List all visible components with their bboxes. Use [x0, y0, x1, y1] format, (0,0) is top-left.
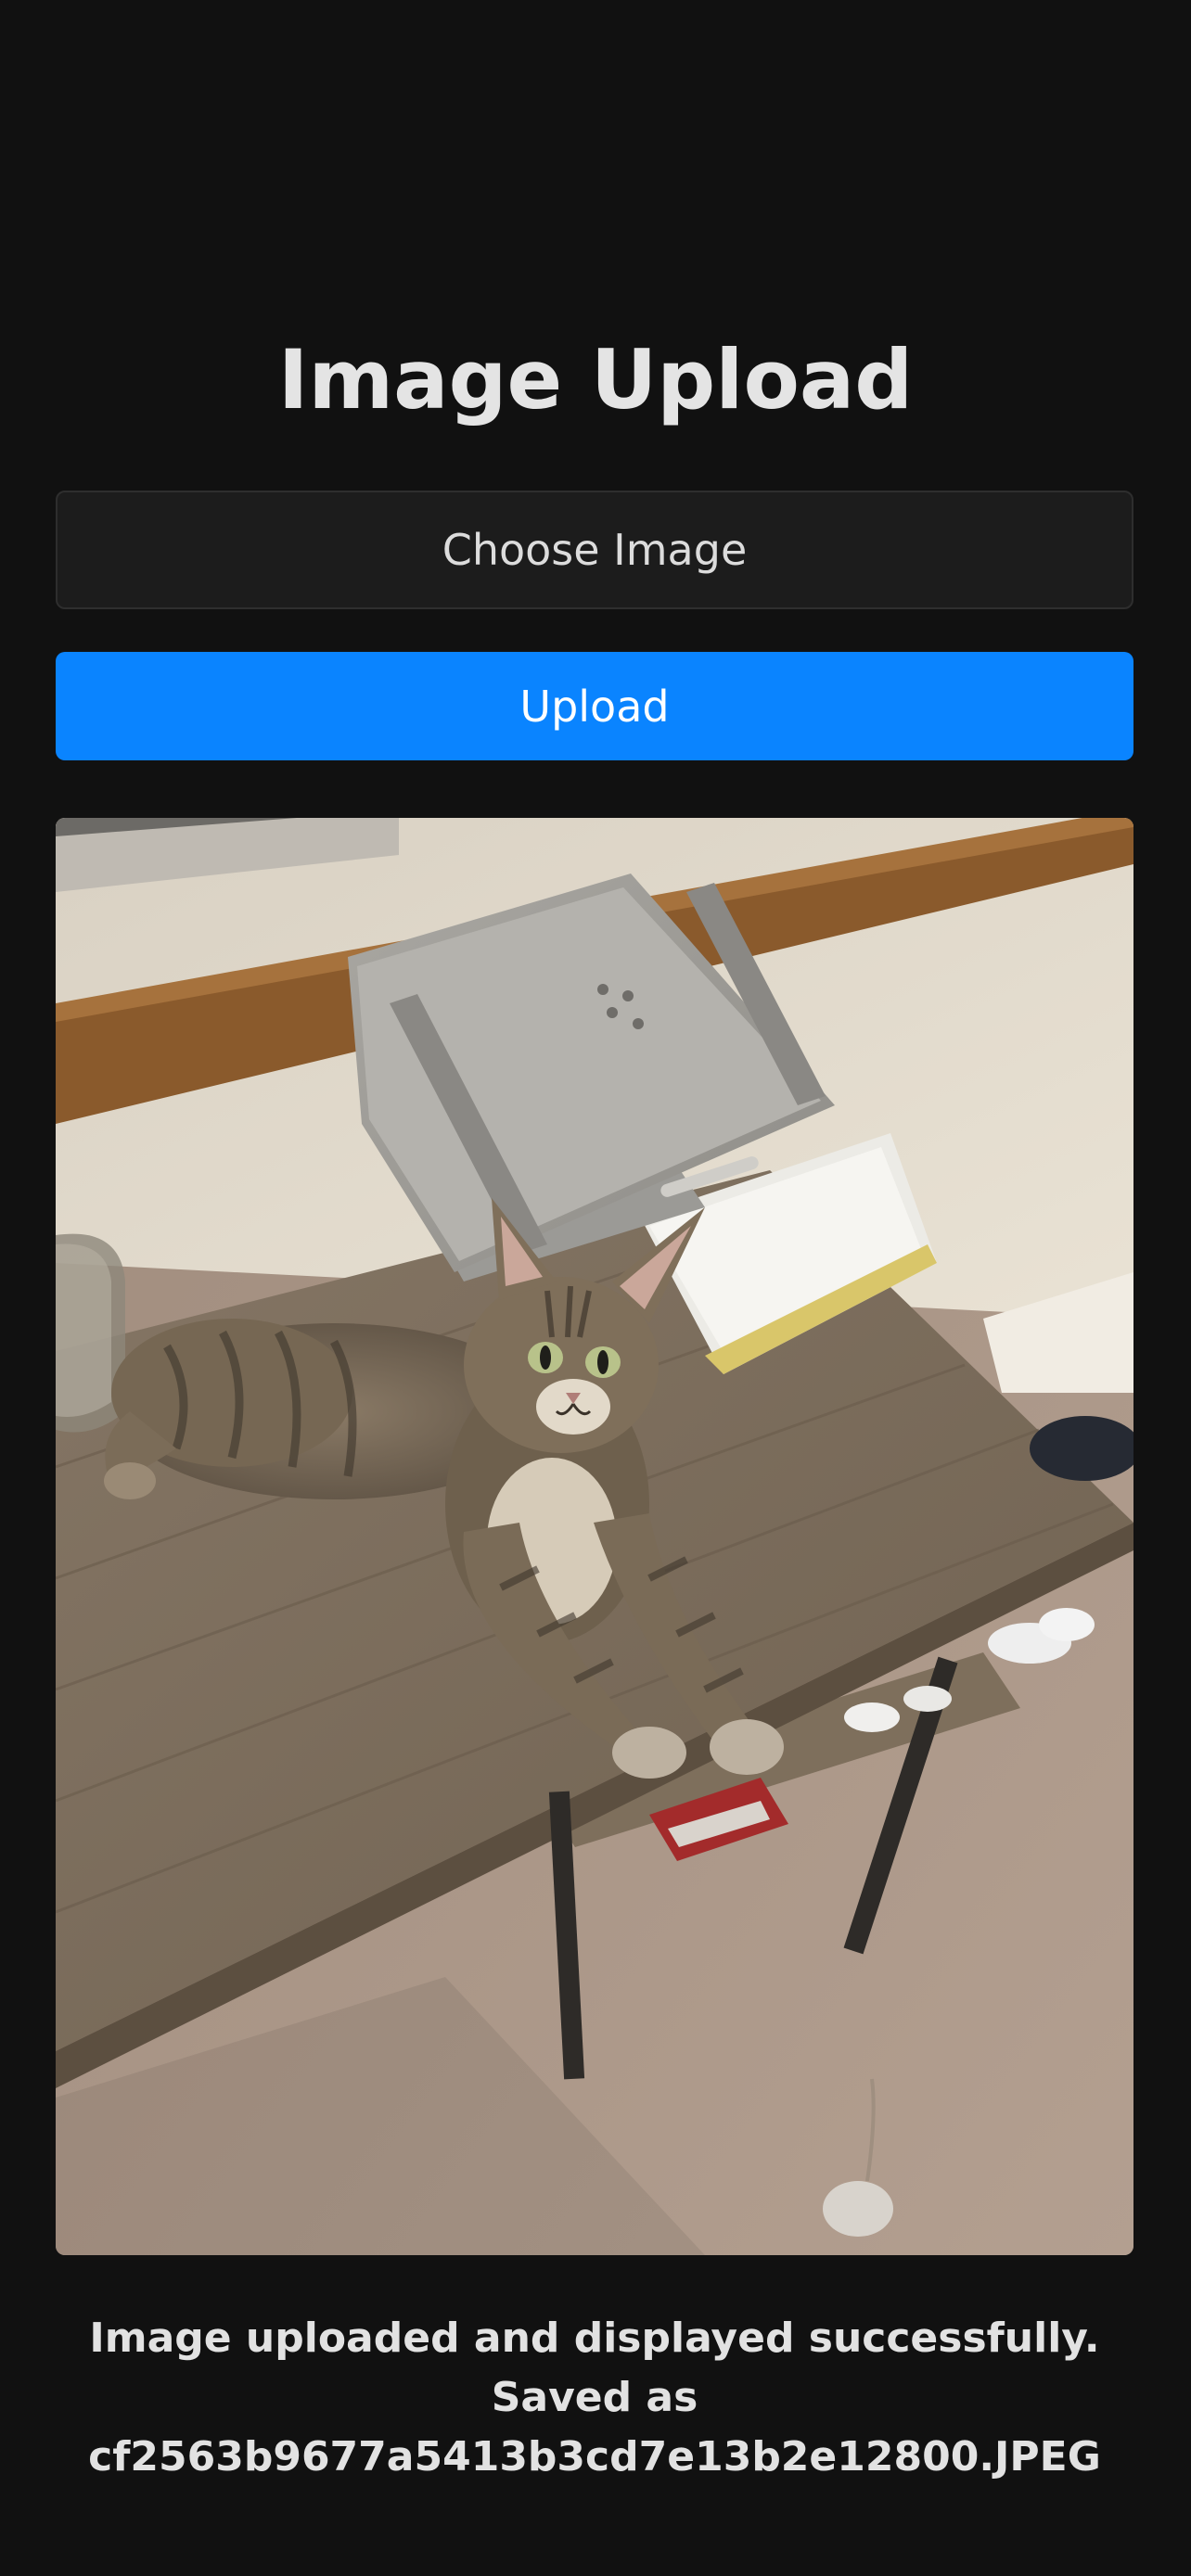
- choose-image-button[interactable]: Choose Image: [56, 491, 1133, 609]
- page-title: Image Upload: [277, 332, 914, 427]
- uploaded-image-preview: [56, 818, 1133, 2255]
- upload-button[interactable]: Upload: [56, 652, 1133, 760]
- upload-status-message: Image uploaded and displayed successfull…: [88, 2315, 1101, 2480]
